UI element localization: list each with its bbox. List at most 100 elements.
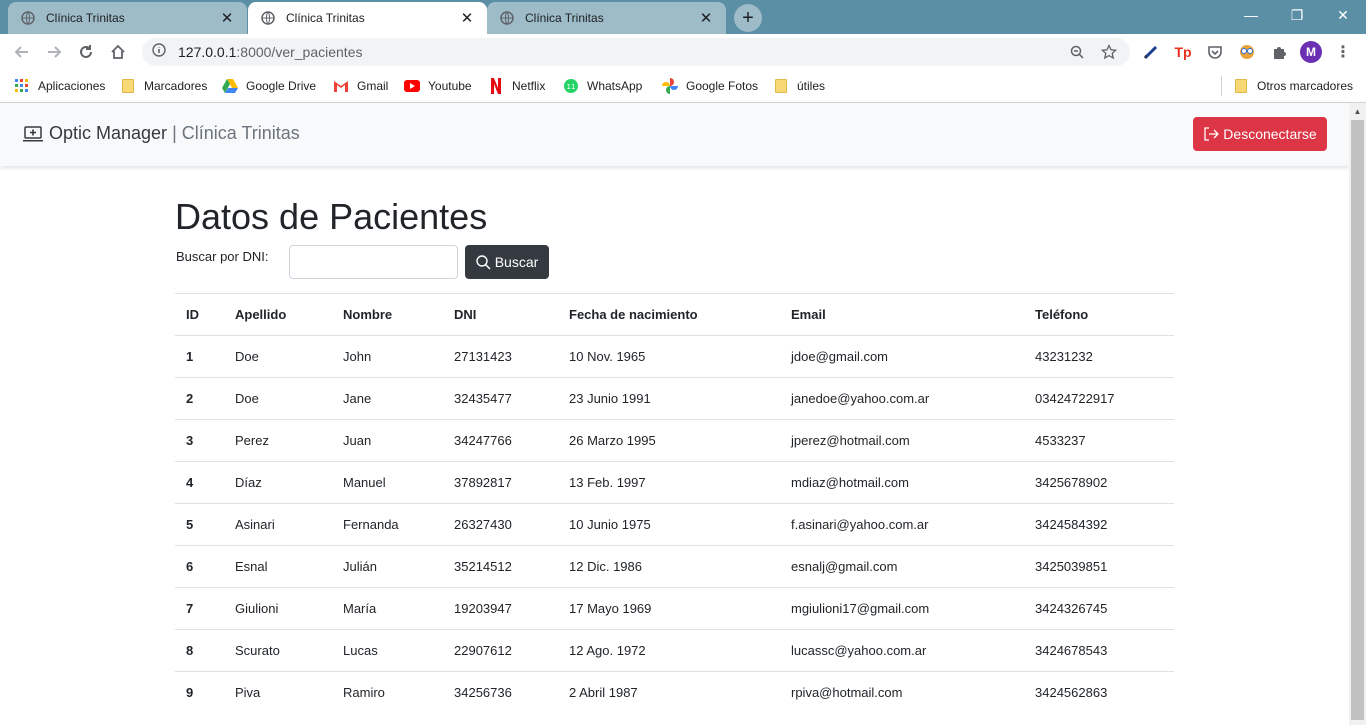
tp-extension-icon[interactable]: Tp — [1172, 41, 1194, 63]
cell-email: esnalj@gmail.com — [780, 545, 1024, 588]
cell-email: mdiaz@hotmail.com — [780, 461, 1024, 504]
cell-fecha: 10 Junio 1975 — [558, 503, 780, 546]
cell-fecha: 26 Marzo 1995 — [558, 419, 780, 462]
url-host: 127.0.0.1 — [178, 44, 237, 60]
brand[interactable]: Optic Manager | Clínica Trinitas — [22, 123, 300, 144]
cell-fecha: 10 Nov. 1965 — [558, 335, 780, 378]
cell-apellido: Asinari — [224, 503, 332, 546]
cell-nombre: María — [332, 587, 443, 630]
cell-email: jperez@hotmail.com — [780, 419, 1024, 462]
bookmark-label: Netflix — [512, 79, 546, 93]
cell-apellido: Scurato — [224, 629, 332, 672]
bookmark-label: Google Drive — [246, 79, 317, 93]
cell-telefono: 3424584392 — [1024, 503, 1174, 546]
minimize-icon[interactable]: — — [1228, 0, 1274, 30]
owl-extension-icon[interactable] — [1236, 41, 1258, 63]
logout-button[interactable]: Desconectarse — [1193, 117, 1327, 151]
cell-id: 9 — [175, 671, 224, 714]
bookmark-google-drive[interactable]: Google Drive — [222, 76, 316, 96]
browser-tab[interactable]: Clínica Trinitas ✕ — [487, 2, 726, 34]
cell-fecha: 13 Feb. 1997 — [558, 461, 780, 504]
address-bar[interactable]: 127.0.0.1:8000/ver_pacientes — [142, 38, 1130, 66]
cell-telefono: 3424678543 — [1024, 629, 1174, 672]
cell-id: 4 — [175, 461, 224, 504]
search-button[interactable]: Buscar — [465, 245, 549, 279]
profile-avatar[interactable]: M — [1300, 41, 1322, 63]
page-title: Datos de Pacientes — [175, 196, 488, 237]
bookmark-apps[interactable]: Aplicaciones — [14, 76, 105, 96]
cell-apellido: Giulioni — [224, 587, 332, 630]
cell-nombre: Fernanda — [332, 503, 443, 546]
bookmarks-divider — [1221, 76, 1222, 96]
zoom-icon[interactable] — [1066, 41, 1088, 63]
window-close-icon[interactable]: ✕ — [1320, 0, 1366, 30]
kebab-menu-icon[interactable]: ⋮ — [1332, 41, 1354, 63]
puzzle-extensions-icon[interactable] — [1268, 41, 1290, 63]
scroll-up-arrow-icon[interactable]: ▲ — [1349, 103, 1366, 120]
cell-fecha: 12 Dic. 1986 — [558, 545, 780, 588]
scrollbar-thumb[interactable] — [1351, 120, 1364, 720]
star-bookmark-icon[interactable] — [1098, 41, 1120, 63]
page-scrollbar[interactable]: ▲ — [1349, 103, 1366, 725]
table-row: 5 Asinari Fernanda 26327430 10 Junio 1975 f.a… — [175, 503, 1174, 546]
youtube-icon — [404, 78, 420, 94]
cell-nombre: Julián — [332, 545, 443, 588]
sign-out-icon — [1204, 127, 1220, 141]
new-tab-plus-icon[interactable]: + — [734, 4, 762, 32]
cell-nombre: Lucas — [332, 629, 443, 672]
cell-email: lucassc@yahoo.com.ar — [780, 629, 1024, 672]
cell-dni: 27131423 — [443, 335, 558, 378]
cell-id: 3 — [175, 419, 224, 462]
restore-icon[interactable]: ❐ — [1274, 0, 1320, 30]
home-icon[interactable] — [104, 38, 132, 66]
cell-email: mgiulioni17@gmail.com — [780, 587, 1024, 630]
close-icon[interactable]: ✕ — [698, 10, 714, 27]
table-row: 8 Scurato Lucas 22907612 12 Ago. 1972 lucassc… — [175, 629, 1174, 672]
close-icon[interactable]: ✕ — [459, 10, 475, 27]
cell-dni: 32435477 — [443, 377, 558, 420]
bookmark-utiles[interactable]: útiles — [773, 76, 825, 96]
netflix-icon — [488, 78, 504, 94]
close-icon[interactable]: ✕ — [219, 10, 235, 27]
bookmark-gmail[interactable]: Gmail — [333, 76, 388, 96]
dni-search-input[interactable] — [289, 245, 458, 279]
back-arrow-icon[interactable] — [8, 38, 36, 66]
bookmark-netflix[interactable]: Netflix — [488, 76, 545, 96]
cell-id: 8 — [175, 629, 224, 672]
folder-icon — [1233, 78, 1249, 94]
table-row: 9 Piva Ramiro 34256736 2 Abril 1987 rpiva@hot… — [175, 671, 1174, 714]
browser-tab-active[interactable]: Clínica Trinitas ✕ — [248, 2, 487, 34]
reload-icon[interactable] — [72, 38, 100, 66]
cell-nombre: John — [332, 335, 443, 378]
search-icon — [476, 254, 491, 270]
table-row: 3 Perez Juan 34247766 26 Marzo 1995 jperez@ho… — [175, 419, 1174, 462]
folder-icon — [773, 78, 789, 94]
globe-icon — [20, 10, 36, 26]
cell-apellido: Doe — [224, 335, 332, 378]
google-drive-icon — [222, 78, 238, 94]
laptop-medical-icon — [23, 125, 43, 141]
cell-nombre: Juan — [332, 419, 443, 462]
cell-apellido: Esnal — [224, 545, 332, 588]
globe-icon — [260, 10, 276, 26]
cell-id: 5 — [175, 503, 224, 546]
bookmark-other[interactable]: Otros marcadores — [1233, 76, 1353, 96]
cell-dni: 37892817 — [443, 461, 558, 504]
pocket-icon[interactable] — [1204, 41, 1226, 63]
bookmark-google-photos[interactable]: Google Fotos — [662, 76, 758, 96]
tab-strip: Clínica Trinitas ✕ Clínica Trinitas ✕ Cl… — [0, 0, 1366, 34]
cell-email: janedoe@yahoo.com.ar — [780, 377, 1024, 420]
browser-tab[interactable]: Clínica Trinitas ✕ — [8, 2, 247, 34]
apps-grid-icon — [14, 78, 30, 94]
bookmark-youtube[interactable]: Youtube — [404, 76, 472, 96]
info-icon[interactable] — [152, 42, 166, 62]
bookmark-whatsapp[interactable]: 11 WhatsApp — [563, 76, 642, 96]
cell-dni: 35214512 — [443, 545, 558, 588]
bookmark-label: Aplicaciones — [38, 79, 106, 93]
bookmark-label: Youtube — [428, 79, 472, 93]
col-header-apellido: Apellido — [224, 293, 332, 336]
forward-arrow-icon[interactable] — [40, 38, 68, 66]
pen-extension-icon[interactable] — [1140, 41, 1162, 63]
cell-dni: 19203947 — [443, 587, 558, 630]
bookmark-marcadores[interactable]: Marcadores — [120, 76, 207, 96]
